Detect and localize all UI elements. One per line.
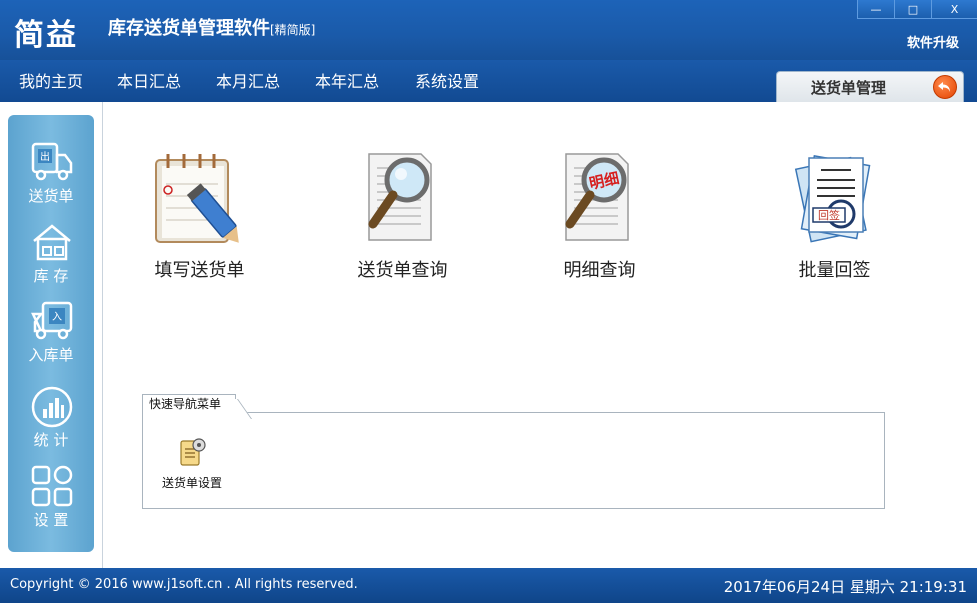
sidebar-item-delivery[interactable]: 出 送货单 bbox=[8, 141, 94, 221]
minimize-button[interactable]: — bbox=[857, 0, 894, 19]
feature-label: 明细查询 bbox=[563, 260, 636, 281]
status-bar: Copyright © 2016 www.j1soft.cn . All rig… bbox=[0, 568, 977, 603]
app-title: 库存送货单管理软件[精简版] bbox=[108, 14, 315, 40]
sidebar-item-label: 送货单 bbox=[28, 187, 74, 205]
sidebar-item-stock-in[interactable]: 入 入库单 bbox=[8, 300, 94, 380]
quick-nav-tab: 快速导航菜单 bbox=[142, 394, 237, 413]
notebook-pencil-icon bbox=[155, 154, 239, 243]
warehouse-icon bbox=[33, 224, 71, 261]
menu-item-yearly-summary[interactable]: 本年汇总 bbox=[315, 68, 379, 92]
app-title-text: 库存送货单管理软件 bbox=[108, 18, 270, 39]
close-button[interactable]: X bbox=[931, 0, 977, 19]
back-arrow-icon[interactable] bbox=[933, 75, 957, 99]
truck-out-icon: 出 bbox=[31, 142, 73, 181]
app-logo: 简益 bbox=[14, 18, 78, 53]
sidebar-item-statistics[interactable]: 统 计 bbox=[8, 385, 94, 465]
copyright-text: Copyright © 2016 www.j1soft.cn . All rig… bbox=[10, 577, 358, 592]
sidebar-item-label: 统 计 bbox=[33, 431, 69, 449]
menu-item-system-settings[interactable]: 系统设置 bbox=[415, 68, 479, 92]
title-bar: 简益 库存送货单管理软件[精简版] — □ X 软件升级 bbox=[0, 0, 977, 60]
menu-item-daily-summary[interactable]: 本日汇总 bbox=[117, 68, 181, 92]
sidebar-item-settings[interactable]: 设 置 bbox=[8, 465, 94, 545]
truck-in-icon-text: 入 bbox=[52, 312, 62, 323]
feature-label: 批量回签 bbox=[798, 260, 871, 281]
sidebar-item-label: 入库单 bbox=[28, 346, 74, 364]
document-magnifier-icon bbox=[368, 153, 432, 241]
feature-label: 送货单查询 bbox=[357, 260, 448, 281]
quick-nav-panel bbox=[142, 412, 885, 509]
bar-chart-icon bbox=[31, 386, 73, 428]
detail-magnifier-icon: 明细 bbox=[565, 153, 629, 241]
grid-settings-icon bbox=[31, 465, 73, 507]
feature-batch-sign[interactable]: 回签 批量回签 bbox=[752, 150, 902, 290]
tab-delivery-management[interactable]: 送货单管理 bbox=[776, 71, 964, 102]
window-controls: — □ X bbox=[857, 0, 977, 19]
quick-nav-item-delivery-settings[interactable]: 送货单设置 bbox=[160, 437, 224, 491]
sidebar: 出 送货单 库 存 入 入库单 统 计 设 置 bbox=[8, 115, 94, 552]
quick-nav-title: 快速导航菜单 bbox=[149, 397, 222, 411]
stamp-document-icon: 回签 bbox=[794, 155, 871, 243]
truck-out-icon-text: 出 bbox=[40, 150, 50, 163]
stamp-document-text: 回签 bbox=[818, 208, 840, 222]
menu-item-home[interactable]: 我的主页 bbox=[19, 68, 83, 92]
document-gear-icon bbox=[180, 438, 206, 466]
feature-detail-query[interactable]: 明细 明细查询 bbox=[517, 150, 667, 290]
sidebar-item-label: 设 置 bbox=[33, 511, 69, 529]
app-edition: [精简版] bbox=[270, 23, 316, 37]
feature-label: 填写送货单 bbox=[154, 260, 245, 281]
feature-delivery-query[interactable]: 送货单查询 bbox=[320, 150, 470, 290]
sidebar-item-label: 库 存 bbox=[33, 267, 69, 285]
tab-label: 送货单管理 bbox=[811, 79, 887, 97]
truck-in-icon: 入 bbox=[31, 301, 73, 340]
maximize-button[interactable]: □ bbox=[894, 0, 931, 19]
upgrade-link[interactable]: 软件升级 bbox=[907, 32, 959, 51]
datetime-text: 2017年06月24日 星期六 21:19:31 bbox=[723, 578, 967, 596]
sidebar-item-inventory[interactable]: 库 存 bbox=[8, 221, 94, 301]
menu-item-monthly-summary[interactable]: 本月汇总 bbox=[216, 68, 280, 92]
feature-fill-delivery[interactable]: 填写送货单 bbox=[117, 150, 267, 290]
quick-nav-item-label: 送货单设置 bbox=[161, 476, 222, 490]
